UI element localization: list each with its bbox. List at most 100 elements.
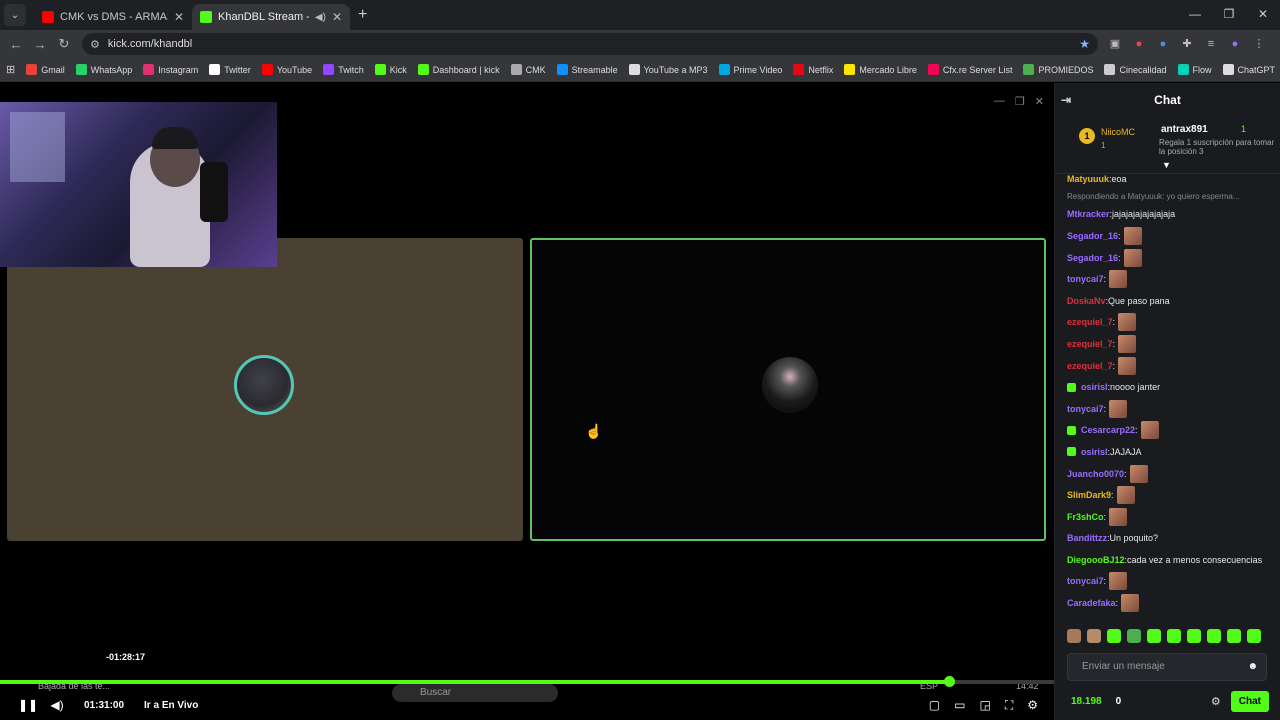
emote-icon[interactable]	[1187, 629, 1201, 643]
bookmark-item[interactable]: Twitter	[209, 64, 251, 75]
bookmark-item[interactable]: Cinecalidad	[1104, 64, 1167, 75]
clip-icon[interactable]: ▢	[929, 698, 940, 713]
emote-icon[interactable]	[1067, 629, 1081, 643]
emote-icon[interactable]	[1147, 629, 1161, 643]
second-gifter-name[interactable]: antrax891	[1161, 124, 1208, 135]
bookmark-item[interactable]: Dashboard | kick	[417, 64, 500, 75]
fullscreen-icon[interactable]: ⛶	[1005, 698, 1013, 713]
new-tab-button[interactable]: +	[358, 6, 367, 24]
chat-text: JAJAJA	[1110, 446, 1142, 457]
channel-points[interactable]: 18.198	[1071, 696, 1102, 707]
apps-icon[interactable]: ⊞	[6, 63, 15, 76]
chat-username[interactable]: osirisl	[1081, 381, 1108, 393]
bookmark-item[interactable]: CMK	[510, 64, 546, 75]
bookmark-item[interactable]: Cfx.re Server List	[927, 64, 1012, 75]
chat-username[interactable]: Caradefaka	[1067, 597, 1116, 609]
tab-youtube[interactable]: CMK vs DMS - ARMAS LARGAS ✕	[34, 4, 192, 30]
gift-cta[interactable]: Regala 1 suscripción para tomar la posic…	[1159, 138, 1275, 156]
close-window-icon[interactable]: ✕	[1246, 0, 1280, 30]
chat-input[interactable]: Enviar un mensaje ☻	[1067, 653, 1267, 681]
profile-icon[interactable]: ●	[1228, 37, 1242, 51]
tab-search-button[interactable]: ⌄	[4, 4, 26, 26]
chat-username[interactable]: Matyuuuk	[1067, 173, 1109, 185]
chat-username[interactable]: Fr3shCo	[1067, 511, 1104, 523]
bookmark-item[interactable]: Netflix	[793, 64, 833, 75]
go-live-button[interactable]: Ir a En Vivo	[144, 700, 198, 711]
chat-separator: :	[1111, 490, 1114, 501]
media-icon[interactable]: ≡	[1204, 37, 1218, 51]
minimize-icon[interactable]: —	[1178, 0, 1212, 30]
restore-icon[interactable]: ❐	[1015, 95, 1025, 108]
extension-icon[interactable]: ●	[1132, 37, 1146, 51]
emote-icon[interactable]	[1207, 629, 1221, 643]
emoji-picker-icon[interactable]: ☻	[1247, 654, 1258, 680]
close-icon[interactable]: ✕	[1035, 95, 1044, 108]
bookmark-item[interactable]: YouTube a MP3	[628, 64, 708, 75]
bookmark-star-icon[interactable]: ★	[1079, 37, 1090, 51]
emote-icon[interactable]	[1227, 629, 1241, 643]
chat-username[interactable]: Bandittzz	[1067, 532, 1107, 544]
bookmark-item[interactable]: Twitch	[323, 64, 364, 75]
chat-username[interactable]: Segador_16	[1067, 252, 1118, 264]
bookmark-item[interactable]: Prime Video	[718, 64, 782, 75]
pip-icon[interactable]: ◲	[979, 698, 990, 713]
emote-icon[interactable]	[1167, 629, 1181, 643]
pause-icon[interactable]: ❚❚	[18, 698, 38, 712]
chat-username[interactable]: tonycai7	[1067, 575, 1104, 587]
chat-username[interactable]: osirisl	[1081, 446, 1108, 458]
close-tab-icon[interactable]: ✕	[332, 10, 342, 24]
settings-icon[interactable]: ⚙	[1027, 698, 1038, 713]
bookmark-item[interactable]: PROMIEDOS	[1023, 64, 1093, 75]
chat-username[interactable]: Segador_16	[1067, 230, 1118, 242]
bookmark-item[interactable]: Flow	[1177, 64, 1212, 75]
video-player[interactable]: — ❐ ✕ ☝ Bajada de las te... ESP 14:42 Bu…	[0, 83, 1054, 720]
collapse-chat-icon[interactable]: ⇥	[1061, 93, 1071, 107]
secondary-points[interactable]: 0	[1116, 696, 1122, 707]
quick-emotes	[1067, 629, 1261, 643]
send-chat-button[interactable]: Chat	[1230, 690, 1269, 712]
puzzle-icon[interactable]: ✚	[1180, 37, 1194, 51]
seek-bar[interactable]	[0, 680, 1054, 684]
chat-username[interactable]: ezequiel_7	[1067, 338, 1113, 350]
chat-username[interactable]: Mtkracker	[1067, 208, 1110, 220]
chat-username[interactable]: ezequiel_7	[1067, 360, 1113, 372]
emote-icon[interactable]	[1127, 629, 1141, 643]
bookmark-item[interactable]: Mercado Libre	[844, 64, 917, 75]
forward-icon[interactable]: →	[28, 37, 52, 52]
volume-icon[interactable]: ◀)	[48, 698, 66, 712]
emote-icon[interactable]	[1247, 629, 1261, 643]
chat-username[interactable]: DoskaNv	[1067, 295, 1106, 307]
bookmark-item[interactable]: ChatGPT	[1222, 64, 1275, 75]
chat-username[interactable]: tonycai7	[1067, 403, 1104, 415]
emote-icon[interactable]	[1087, 629, 1101, 643]
bookmark-item[interactable]: Streamable	[556, 64, 618, 75]
chat-username[interactable]: tonycai7	[1067, 273, 1104, 285]
bookmark-item[interactable]: WhatsApp	[75, 64, 132, 75]
bookmark-item[interactable]: Kick	[374, 64, 407, 75]
speaker-icon[interactable]: ◀)	[315, 12, 326, 23]
bookmark-item[interactable]: Gmail	[26, 64, 65, 75]
chat-username[interactable]: ezequiel_7	[1067, 316, 1113, 328]
chat-username[interactable]: Cesarcarp22	[1081, 424, 1135, 436]
extension-icon[interactable]: ●	[1156, 37, 1170, 51]
close-tab-icon[interactable]: ✕	[174, 10, 184, 24]
minimize-icon[interactable]: —	[994, 95, 1005, 108]
bookmark-item[interactable]: YouTube	[261, 64, 312, 75]
menu-icon[interactable]: ⋮	[1252, 37, 1266, 51]
chat-username[interactable]: DiegoooBJ12	[1067, 554, 1125, 566]
extension-icon[interactable]: ▣	[1108, 37, 1122, 51]
theater-icon[interactable]: ▭	[954, 698, 965, 713]
seek-knob[interactable]	[943, 676, 955, 687]
back-icon[interactable]: ←	[4, 37, 28, 52]
site-info-icon[interactable]: ⚙	[90, 38, 100, 51]
chat-username[interactable]: SlimDark9	[1067, 489, 1111, 501]
reload-icon[interactable]: ↻	[52, 36, 76, 52]
restore-icon[interactable]: ❐	[1212, 0, 1246, 30]
chat-settings-icon[interactable]: ⚙	[1211, 695, 1221, 708]
address-bar[interactable]: ⚙ kick.com/khandbl ★	[82, 33, 1098, 55]
chat-username[interactable]: Juancho0070	[1067, 468, 1124, 480]
emote-icon[interactable]	[1107, 629, 1121, 643]
tab-kick[interactable]: KhanDBL Stream - Watch Li ◀) ✕	[192, 4, 350, 30]
top-gifter-name[interactable]: NiicoMC	[1101, 127, 1135, 137]
bookmark-item[interactable]: Instagram	[143, 64, 198, 75]
